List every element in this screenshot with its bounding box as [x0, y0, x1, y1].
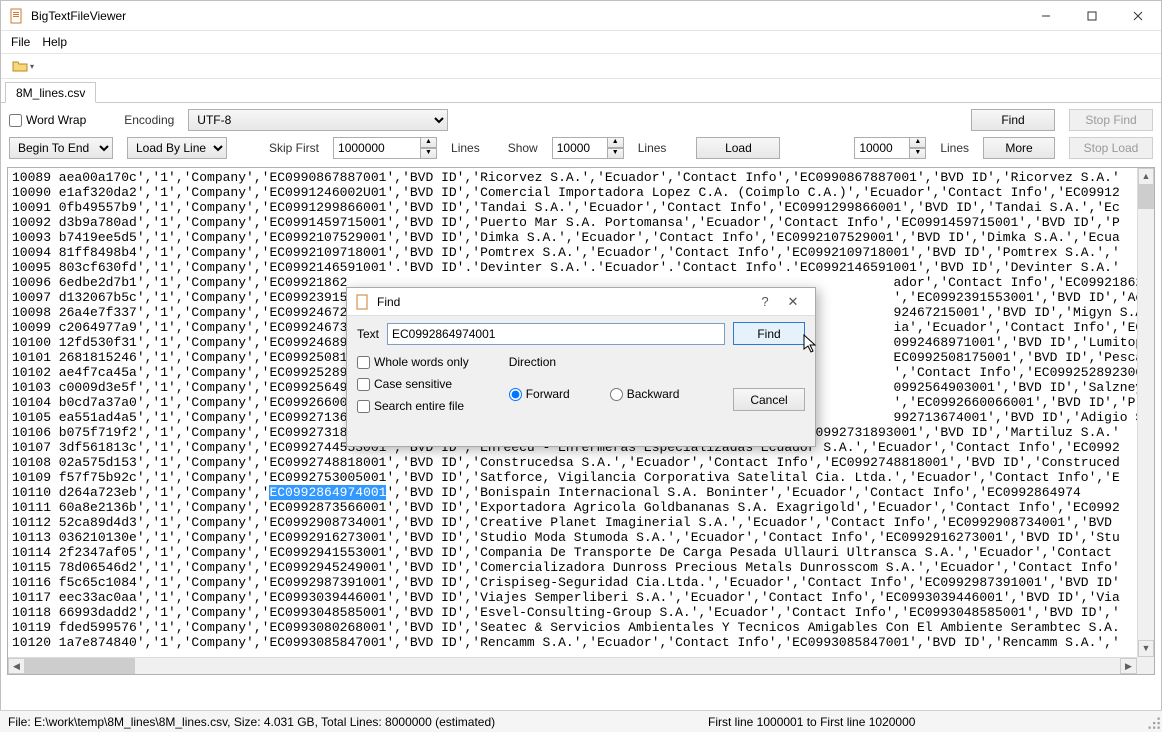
find-cancel-button[interactable]: Cancel: [733, 388, 805, 411]
close-button[interactable]: [1115, 1, 1161, 31]
open-file-button[interactable]: ▾: [7, 55, 39, 77]
lines-label-3: Lines: [940, 141, 969, 155]
find-dialog-titlebar[interactable]: Find ? ✕: [347, 288, 815, 316]
find-close-button[interactable]: ✕: [779, 294, 807, 310]
spinner-down-icon[interactable]: ▼: [421, 148, 437, 159]
more-button[interactable]: More: [983, 137, 1055, 159]
spinner-up-icon[interactable]: ▲: [608, 137, 624, 148]
resize-grip-icon[interactable]: [1144, 713, 1162, 731]
app-icon: [9, 8, 25, 24]
find-dialog-title: Find: [377, 295, 400, 309]
stop-find-button: Stop Find: [1069, 109, 1153, 131]
encoding-label: Encoding: [124, 113, 174, 127]
show-spinner[interactable]: ▲▼: [552, 137, 624, 159]
load-button[interactable]: Load: [696, 137, 780, 159]
find-help-button[interactable]: ?: [751, 294, 779, 309]
scroll-down-icon[interactable]: ▼: [1138, 640, 1154, 657]
show-input[interactable]: [552, 137, 608, 159]
scroll-left-icon[interactable]: ◀: [8, 658, 25, 674]
spinner-up-icon[interactable]: ▲: [421, 137, 437, 148]
horizontal-scrollbar[interactable]: ◀ ▶: [8, 657, 1137, 674]
lines-label-2: Lines: [638, 141, 667, 155]
dropdown-triangle-icon: ▾: [30, 62, 34, 71]
status-range-info: First line 1000001 to First line 1020000: [700, 715, 923, 729]
hscroll-thumb[interactable]: [25, 658, 135, 674]
skip-first-label: Skip First: [269, 141, 319, 155]
menu-file[interactable]: File: [11, 35, 30, 49]
find-dialog-icon: [355, 294, 371, 310]
word-wrap-label: Word Wrap: [26, 113, 86, 127]
menu-help[interactable]: Help: [42, 35, 67, 49]
word-wrap-checkbox[interactable]: Word Wrap: [9, 113, 86, 127]
minimize-button[interactable]: [1023, 1, 1069, 31]
menubar: File Help: [1, 31, 1161, 53]
show-label: Show: [508, 141, 538, 155]
stop-load-button: Stop Load: [1069, 137, 1153, 159]
find-dialog: Find ? ✕ Text Find Whole words only Case…: [346, 287, 816, 447]
find-button[interactable]: Find: [971, 109, 1055, 131]
direction-label: Direction: [509, 355, 680, 369]
status-file-info: File: E:\work\temp\8M_lines\8M_lines.csv…: [0, 715, 700, 729]
spinner-down-icon[interactable]: ▼: [608, 148, 624, 159]
case-sensitive-checkbox[interactable]: Case sensitive: [357, 377, 469, 391]
forward-radio[interactable]: Forward: [509, 387, 570, 401]
encoding-select[interactable]: UTF-8: [188, 109, 448, 131]
load-mode-select[interactable]: Load By Line: [127, 137, 227, 159]
scroll-right-icon[interactable]: ▶: [1120, 658, 1137, 674]
find-text-input[interactable]: [387, 323, 725, 345]
options-row-1: Word Wrap Encoding UTF-8 Find Stop Find: [1, 103, 1161, 137]
scroll-up-icon[interactable]: ▲: [1138, 168, 1154, 185]
spinner-up-icon[interactable]: ▲: [910, 137, 926, 148]
more-spinner[interactable]: ▲▼: [854, 137, 926, 159]
skip-first-input[interactable]: [333, 137, 421, 159]
more-input[interactable]: [854, 137, 910, 159]
lines-label-1: Lines: [451, 141, 480, 155]
tab-strip: 8M_lines.csv: [1, 79, 1161, 103]
backward-radio[interactable]: Backward: [610, 387, 680, 401]
scroll-corner: [1137, 657, 1154, 674]
whole-words-checkbox[interactable]: Whole words only: [357, 355, 469, 369]
maximize-button[interactable]: [1069, 1, 1115, 31]
options-row-2: Begin To End Load By Line Skip First ▲▼ …: [1, 137, 1161, 165]
spinner-down-icon[interactable]: ▼: [910, 148, 926, 159]
vscroll-thumb[interactable]: [1138, 185, 1154, 209]
window-title: BigTextFileViewer: [31, 9, 126, 23]
window-titlebar: BigTextFileViewer: [1, 1, 1161, 31]
search-entire-checkbox[interactable]: Search entire file: [357, 399, 469, 413]
find-text-label: Text: [357, 327, 379, 341]
folder-open-icon: [12, 58, 28, 74]
vertical-scrollbar[interactable]: ▲ ▼: [1137, 168, 1154, 657]
status-bar: File: E:\work\temp\8M_lines\8M_lines.csv…: [0, 710, 1162, 732]
find-dialog-find-button[interactable]: Find: [733, 322, 805, 345]
begin-end-select[interactable]: Begin To End: [9, 137, 113, 159]
file-tab[interactable]: 8M_lines.csv: [5, 82, 96, 103]
toolbar-open: ▾: [1, 53, 1161, 79]
skip-first-spinner[interactable]: ▲▼: [333, 137, 437, 159]
word-wrap-input[interactable]: [9, 114, 22, 127]
file-tab-label: 8M_lines.csv: [16, 86, 85, 100]
